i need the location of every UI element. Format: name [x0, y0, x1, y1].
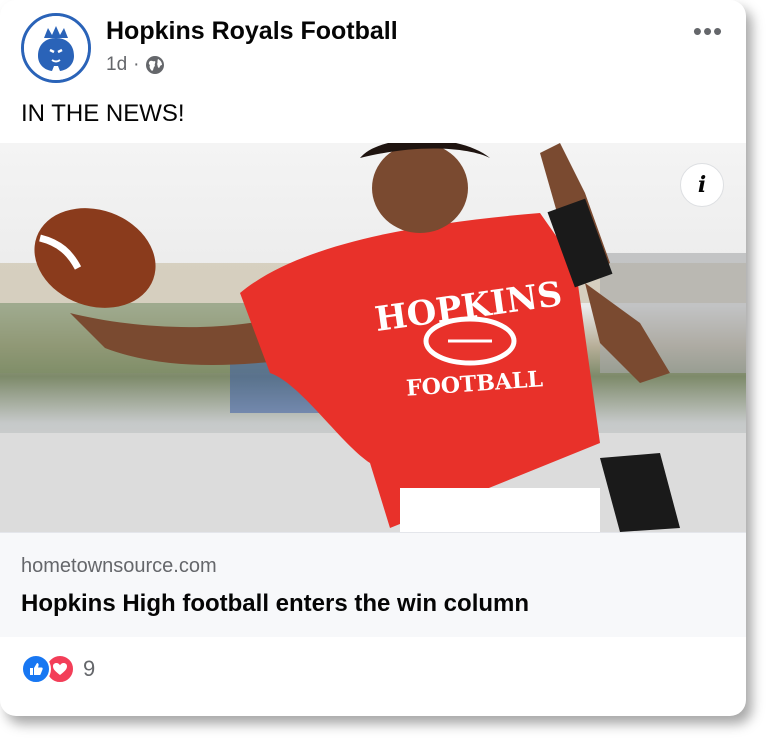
link-domain: hometownsource.com: [21, 555, 217, 577]
page-name-link[interactable]: Hopkins Royals Football: [106, 17, 398, 46]
reaction-count: 9: [83, 656, 96, 681]
globe-icon[interactable]: [145, 55, 165, 75]
post-meta: 1d ·: [106, 54, 165, 76]
reactions-summary[interactable]: 9: [21, 654, 95, 684]
link-preview[interactable]: HOPKINS FOOTBALL i hometownsource.com Ho…: [0, 143, 746, 637]
link-meta[interactable]: hometownsource.com Hopkins High football…: [0, 532, 746, 637]
royals-lion-logo-icon: [24, 16, 88, 80]
article-photo[interactable]: HOPKINS FOOTBALL i: [0, 143, 746, 532]
post-card: Hopkins Royals Football 1d · ••• IN THE …: [0, 0, 746, 716]
link-title[interactable]: Hopkins High football enters the win col…: [21, 590, 725, 618]
post-caption: IN THE NEWS!: [21, 100, 185, 127]
page-avatar[interactable]: [21, 13, 91, 83]
more-options-button[interactable]: •••: [690, 16, 726, 46]
post-header: Hopkins Royals Football 1d · •••: [0, 0, 746, 95]
like-icon: [21, 654, 51, 684]
post-timestamp[interactable]: 1d: [106, 54, 127, 76]
meta-separator: ·: [133, 54, 140, 75]
football-player-illustration: HOPKINS FOOTBALL: [0, 143, 746, 532]
info-button[interactable]: i: [680, 163, 724, 207]
